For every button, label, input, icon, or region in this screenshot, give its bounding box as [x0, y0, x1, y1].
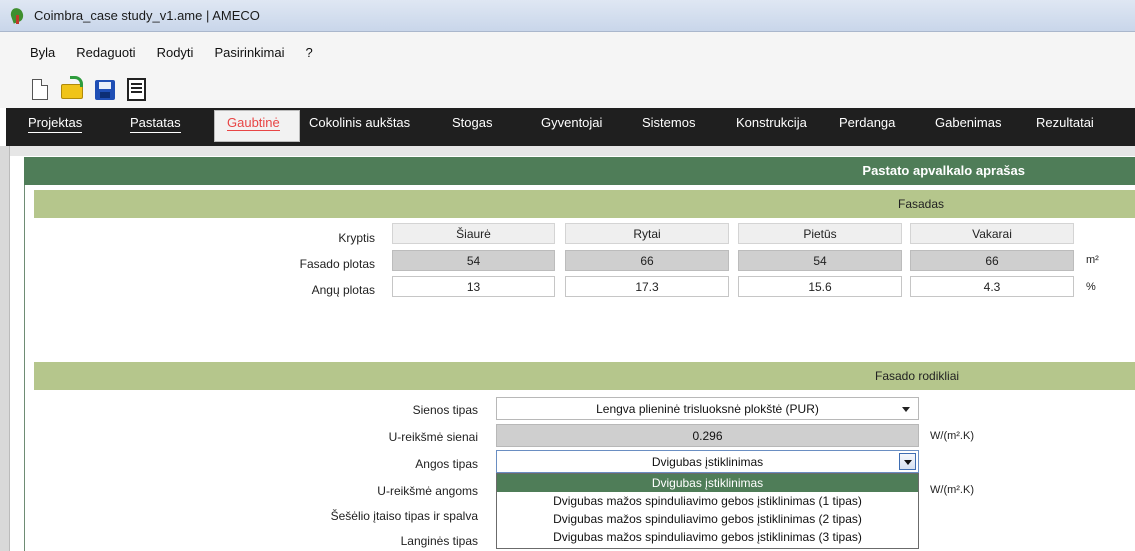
tab-gabenimas[interactable]: Gabenimas	[935, 115, 1001, 130]
menu-redaguoti[interactable]: Redaguoti	[76, 45, 135, 60]
tab-perdanga[interactable]: Perdanga	[839, 115, 895, 130]
facade-area-north: 54	[392, 250, 555, 271]
chevron-down-icon	[902, 407, 910, 412]
content-top-band	[10, 146, 1135, 156]
window-type-dropdown: Dvigubas įstiklinimas Dvigubas mažos spi…	[496, 473, 919, 549]
window-type-label: Angos tipas	[415, 457, 478, 471]
menu-pasirinkimai[interactable]: Pasirinkimai	[214, 45, 284, 60]
window-u-unit: W/(m².K)	[930, 484, 974, 496]
tab-gyventojai[interactable]: Gyventojai	[541, 115, 602, 130]
menu-help[interactable]: ?	[306, 45, 313, 60]
wall-u-unit: W/(m².K)	[930, 430, 974, 442]
toolbar	[0, 72, 1135, 108]
dropdown-arrow-icon[interactable]	[899, 453, 916, 470]
wall-type-value: Lengva plieninė trisluoksnė plokštė (PUR…	[596, 402, 819, 416]
direction-header-west: Vakarai	[910, 223, 1074, 244]
window-area-west-input[interactable]: 4.3	[910, 276, 1074, 297]
save-button[interactable]	[92, 77, 118, 103]
ameco-app-icon	[8, 5, 26, 25]
tab-konstrukcija[interactable]: Konstrukcija	[736, 115, 807, 130]
tab-gaubtine[interactable]: Gaubtinė	[227, 115, 280, 131]
left-border	[0, 146, 10, 551]
rodikliai-title: Fasado rodikliai	[875, 369, 960, 383]
dropdown-option[interactable]: Dvigubas mažos spinduliavimo gebos įstik…	[497, 510, 918, 528]
facade-area-east: 66	[565, 250, 729, 271]
dropdown-option[interactable]: Dvigubas įstiklinimas	[497, 474, 918, 492]
new-file-icon	[32, 79, 48, 100]
wall-u-label: U-reikšmė sienai	[388, 430, 478, 444]
window-area-label: Angų plotas	[311, 283, 375, 297]
window-area-south-input[interactable]: 15.6	[738, 276, 902, 297]
wall-type-label: Sienos tipas	[412, 403, 478, 417]
window-area-east-input[interactable]: 17.3	[565, 276, 729, 297]
fasadas-section-bar: Fasadas	[34, 190, 1135, 218]
open-file-button[interactable]	[60, 76, 86, 103]
area-unit: m²	[1086, 254, 1099, 266]
window-u-label: U-reikšmė angoms	[377, 484, 478, 498]
menu-byla[interactable]: Byla	[30, 45, 55, 60]
shading-label: Šešėlio įtaiso tipas ir spalva	[330, 509, 478, 523]
report-button[interactable]	[124, 77, 150, 103]
tab-rezultatai[interactable]: Rezultatai	[1036, 115, 1094, 130]
menu-bar: Byla Redaguoti Rodyti Pasirinkimai ?	[0, 32, 1135, 72]
direction-header-south: Pietūs	[738, 223, 902, 244]
wall-u-value: 0.296	[692, 429, 723, 443]
facade-area-west: 66	[910, 250, 1074, 271]
direction-header-north: Šiaurė	[392, 223, 555, 244]
open-folder-icon	[61, 76, 83, 99]
facade-area-label: Fasado plotas	[299, 257, 375, 271]
window-area-north-input[interactable]: 13	[392, 276, 555, 297]
wall-u-field: 0.296	[496, 424, 919, 447]
report-icon	[127, 78, 146, 101]
dropdown-option[interactable]: Dvigubas mažos spinduliavimo gebos įstik…	[497, 528, 918, 546]
window-title: Coimbra_case study_v1.ame | AMECO	[34, 8, 260, 23]
facade-area-south: 54	[738, 250, 902, 271]
tab-bar: Projektas Pastatas Gaubtinė Cokolinis au…	[6, 108, 1135, 146]
title-bar: Coimbra_case study_v1.ame | AMECO	[0, 0, 1135, 32]
dropdown-option[interactable]: Dvigubas mažos spinduliavimo gebos įstik…	[497, 492, 918, 510]
panel-header: Pastato apvalkalo aprašas	[24, 157, 1135, 185]
save-icon	[95, 80, 115, 100]
panel-title: Pastato apvalkalo aprašas	[862, 163, 1025, 178]
direction-header-east: Rytai	[565, 223, 729, 244]
tab-projektas[interactable]: Projektas	[28, 115, 83, 133]
tab-pastatas[interactable]: Pastatas	[130, 115, 181, 133]
tab-sistemos[interactable]: Sistemos	[642, 115, 695, 130]
frame-type-label: Langinės tipas	[400, 534, 478, 548]
rodikliai-section-bar: Fasado rodikliai	[34, 362, 1135, 390]
fasadas-title: Fasadas	[898, 197, 945, 211]
tab-stogas[interactable]: Stogas	[452, 115, 492, 130]
menu-rodyti[interactable]: Rodyti	[157, 45, 194, 60]
wall-type-select[interactable]: Lengva plieninė trisluoksnė plokštė (PUR…	[496, 397, 919, 420]
window-type-value: Dvigubas įstiklinimas	[651, 455, 764, 469]
tab-cokolinis-aukstas[interactable]: Cokolinis aukštas	[309, 115, 410, 130]
percent-unit: %	[1086, 281, 1096, 293]
new-file-button[interactable]	[28, 77, 54, 103]
direction-label: Kryptis	[338, 231, 375, 245]
window-type-select[interactable]: Dvigubas įstiklinimas	[496, 450, 919, 473]
